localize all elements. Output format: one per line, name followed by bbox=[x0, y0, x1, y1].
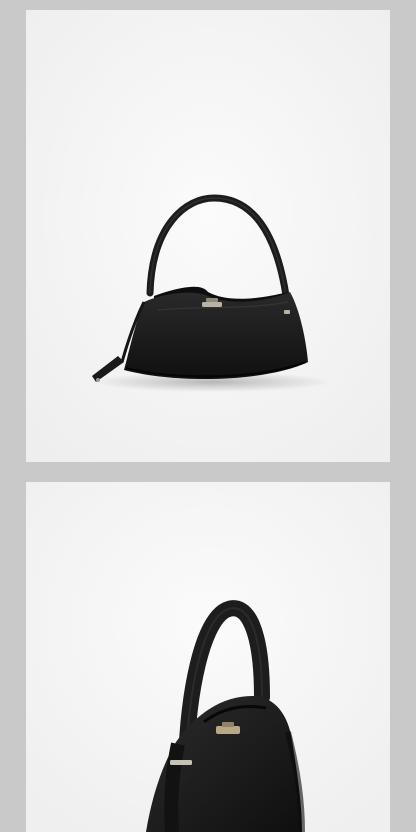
bag-buckle bbox=[170, 760, 192, 765]
bag-clasp-angled bbox=[216, 726, 240, 734]
product-photo-angled bbox=[26, 482, 390, 832]
bag-clasp bbox=[202, 302, 222, 307]
product-photo-front bbox=[26, 10, 390, 462]
handbag-front-illustration bbox=[26, 10, 390, 462]
handbag-angled-illustration bbox=[26, 482, 390, 832]
